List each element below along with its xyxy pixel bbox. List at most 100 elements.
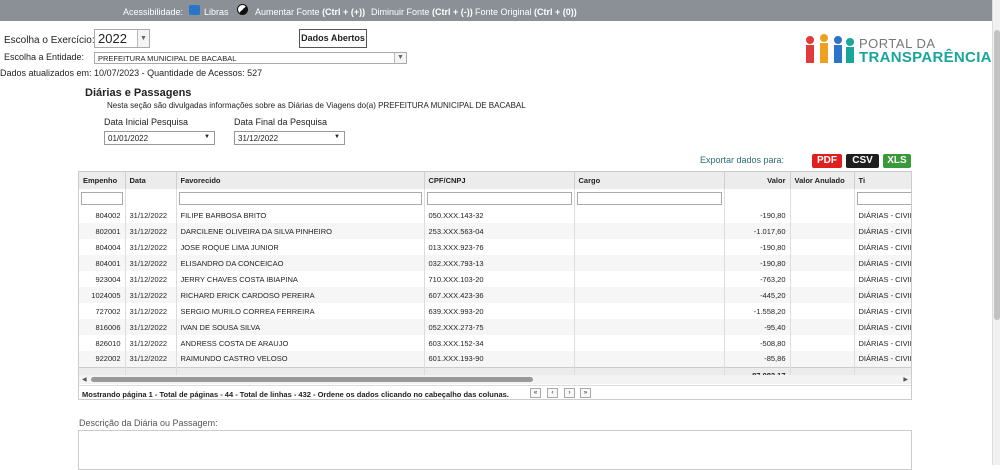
cell-cargo bbox=[574, 319, 725, 335]
export-csv-button[interactable]: CSV bbox=[846, 154, 879, 168]
cell-cpf: 050.XXX.143-32 bbox=[424, 207, 575, 223]
pager-info: Mostrando página 1 - Total de páginas - … bbox=[79, 385, 911, 399]
cell-cpf: 032.XXX.793-13 bbox=[424, 255, 575, 271]
table-row[interactable]: 826010 31/12/2022 ANDRESS COSTA DE ARAUJO 6… bbox=[79, 335, 911, 351]
cell-empenho: 826010 bbox=[79, 335, 126, 351]
cell-cpf: 607.XXX.423-36 bbox=[424, 287, 575, 303]
cell-tipo: DIÁRIAS - CIVIL bbox=[854, 319, 911, 335]
cell-data: 31/12/2022 bbox=[125, 303, 177, 319]
col-data[interactable]: Data bbox=[125, 172, 177, 189]
increase-font-link[interactable]: Aumentar Fonte (Ctrl + (+)) bbox=[255, 7, 365, 17]
next-page-icon[interactable]: › bbox=[564, 388, 575, 398]
original-font-link[interactable]: Fonte Original (Ctrl + (0)) bbox=[475, 7, 577, 17]
table-row[interactable]: 922002 31/12/2022 RAIMUNDO CASTRO VELOSO 60… bbox=[79, 351, 911, 367]
cell-tipo: DIÁRIAS - CIVIL bbox=[854, 351, 911, 367]
col-empenho[interactable]: Empenho bbox=[79, 172, 126, 189]
filter-empenho-input[interactable] bbox=[81, 191, 123, 205]
table-row[interactable]: 804002 31/12/2022 FILIPE BARBOSA BRITO 050.… bbox=[79, 207, 911, 223]
cell-empenho: 727002 bbox=[79, 303, 126, 319]
chevron-down-icon: ▼ bbox=[334, 134, 340, 140]
cell-data: 31/12/2022 bbox=[125, 335, 177, 351]
end-date-select[interactable]: 31/12/2022 ▼ bbox=[234, 131, 345, 145]
cell-empenho: 804001 bbox=[79, 255, 126, 271]
filter-cell bbox=[79, 189, 126, 207]
portal-logo[interactable]: PORTAL DA TRANSPARÊNCIA bbox=[800, 32, 991, 70]
col-cargo[interactable]: Cargo bbox=[574, 172, 725, 189]
cell-valor-anulado bbox=[790, 319, 855, 335]
filter-favorecido-input[interactable] bbox=[178, 191, 422, 205]
table-row[interactable]: 727002 31/12/2022 SERGIO MURILO CORREA FER… bbox=[79, 303, 911, 319]
cell-cargo bbox=[574, 303, 725, 319]
table-row[interactable]: 804001 31/12/2022 ELISANDRO DA CONCEICAO 03… bbox=[79, 255, 911, 271]
filter-cell bbox=[125, 189, 177, 207]
cell-valor: -85,86 bbox=[724, 351, 791, 367]
hscroll-thumb[interactable] bbox=[91, 377, 533, 382]
cell-favorecido: RICHARD ERICK CARDOSO PEREIRA bbox=[176, 287, 425, 303]
page-scrollbar[interactable] bbox=[992, 0, 1000, 465]
cell-valor-anulado bbox=[790, 287, 855, 303]
data-table: Empenho Data Favorecido CPF/CNPJ Cargo V… bbox=[79, 172, 911, 383]
scroll-thumb[interactable] bbox=[994, 30, 1000, 320]
prev-page-icon[interactable]: ‹ bbox=[547, 388, 558, 398]
cell-valor-anulado bbox=[790, 223, 855, 239]
col-tipo[interactable]: Ti bbox=[854, 172, 911, 189]
entity-select[interactable]: PREFEITURA MUNICIPAL DE BACABAL ▼ bbox=[94, 52, 407, 64]
table-row[interactable]: 802001 31/12/2022 DARCILENE OLIVEIRA DA SI… bbox=[79, 223, 911, 239]
decrease-font-link[interactable]: Diminuir Fonte (Ctrl + (-)) bbox=[371, 7, 473, 17]
first-page-icon[interactable]: « bbox=[530, 388, 541, 398]
cell-data: 31/12/2022 bbox=[125, 255, 177, 271]
cell-cpf: 013.XXX.923-76 bbox=[424, 239, 575, 255]
cell-empenho: 816006 bbox=[79, 319, 126, 335]
libras-link[interactable]: Libras bbox=[204, 7, 229, 17]
cell-favorecido: ELISANDRO DA CONCEICAO bbox=[176, 255, 425, 271]
export-pdf-button[interactable]: PDF bbox=[812, 154, 842, 168]
cell-cargo bbox=[574, 287, 725, 303]
chevron-down-icon: ▼ bbox=[137, 30, 149, 47]
table-row[interactable]: 923004 31/12/2022 JERRY CHAVES COSTA IBIAP… bbox=[79, 271, 911, 287]
cell-tipo: DIÁRIAS - CIVIL bbox=[854, 223, 911, 239]
cell-empenho: 1024005 bbox=[79, 287, 126, 303]
cell-empenho: 802001 bbox=[79, 223, 126, 239]
last-page-icon[interactable]: » bbox=[580, 388, 591, 398]
filter-cpf-input[interactable] bbox=[426, 191, 572, 205]
cell-tipo: DIÁRIAS - CIVIL bbox=[854, 303, 911, 319]
table-row[interactable]: 804004 31/12/2022 JOSE ROQUE LIMA JUNIOR 01… bbox=[79, 239, 911, 255]
start-date-value: 01/01/2022 bbox=[108, 134, 149, 143]
cell-valor-anulado bbox=[790, 271, 855, 287]
filter-tipo-input[interactable] bbox=[856, 191, 911, 205]
cell-valor: -190,80 bbox=[724, 207, 791, 223]
table-row[interactable]: 816006 31/12/2022 IVAN DE SOUSA SILVA 052.X… bbox=[79, 319, 911, 335]
year-value: 2022 bbox=[98, 31, 127, 46]
cell-data: 31/12/2022 bbox=[125, 239, 177, 255]
cell-data: 31/12/2022 bbox=[125, 351, 177, 367]
libras-icon[interactable] bbox=[189, 5, 200, 15]
cell-data: 31/12/2022 bbox=[125, 223, 177, 239]
col-valor-anulado[interactable]: Valor Anulado bbox=[790, 172, 855, 189]
horizontal-scrollbar[interactable]: ◀ ▶ bbox=[79, 375, 911, 384]
accessibility-bar: Acessibilidade: Libras Aumentar Fonte (C… bbox=[0, 0, 992, 21]
cell-valor-anulado bbox=[790, 239, 855, 255]
chevron-down-icon: ▼ bbox=[204, 134, 210, 140]
col-valor[interactable]: Valor bbox=[724, 172, 791, 189]
filter-cargo-input[interactable] bbox=[576, 191, 722, 205]
contrast-icon[interactable] bbox=[237, 4, 248, 15]
table-row[interactable]: 1024005 31/12/2022 RICHARD ERICK CARDOSO P… bbox=[79, 287, 911, 303]
export-label: Exportar dados para: bbox=[700, 155, 785, 165]
section-description: Nesta seção são divulgadas informações s… bbox=[107, 101, 526, 110]
scroll-left-icon[interactable]: ◀ bbox=[82, 376, 87, 383]
export-xls-button[interactable]: XLS bbox=[883, 154, 911, 168]
cell-valor: -1.017,60 bbox=[724, 223, 791, 239]
cell-cargo bbox=[574, 239, 725, 255]
section-title: Diárias e Passagens bbox=[85, 87, 192, 99]
scroll-right-icon[interactable]: ▶ bbox=[903, 376, 908, 383]
cell-valor-anulado bbox=[790, 303, 855, 319]
cell-valor: -763,20 bbox=[724, 271, 791, 287]
year-select[interactable]: 2022 ▼ bbox=[94, 29, 150, 48]
start-date-select[interactable]: 01/01/2022 ▼ bbox=[104, 131, 215, 145]
open-data-button[interactable]: Dados Abertos bbox=[299, 29, 367, 48]
cell-tipo: DIÁRIAS - CIVIL bbox=[854, 271, 911, 287]
cell-valor: -190,80 bbox=[724, 239, 791, 255]
cell-cargo bbox=[574, 351, 725, 367]
col-cpf-cnpj[interactable]: CPF/CNPJ bbox=[424, 172, 575, 189]
col-favorecido[interactable]: Favorecido bbox=[176, 172, 425, 189]
